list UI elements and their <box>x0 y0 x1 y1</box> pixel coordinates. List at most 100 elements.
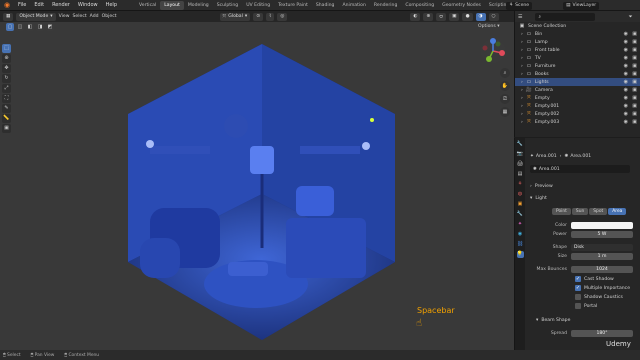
render-camera-icon[interactable]: ▣ <box>632 39 637 45</box>
render-camera-icon[interactable]: ▣ <box>632 103 637 109</box>
datablock-field[interactable]: ✺ Area.001 <box>530 165 630 173</box>
chevron-right-icon[interactable]: › <box>521 64 523 69</box>
spread-field[interactable]: 180° <box>571 329 633 337</box>
chevron-right-icon[interactable]: › <box>521 104 523 109</box>
select-intersect-icon[interactable]: ◩ <box>46 23 54 31</box>
chevron-right-icon[interactable]: › <box>521 40 523 45</box>
overlays-button[interactable]: ⬭ <box>436 12 447 21</box>
select-tool-icon[interactable]: ⬚ <box>2 44 11 53</box>
tab-animation[interactable]: Animation <box>338 1 369 10</box>
render-camera-icon[interactable]: ▣ <box>632 87 637 93</box>
object-data-tab-icon[interactable]: 💡 <box>516 251 524 258</box>
outliner-item[interactable]: › ▭ Furniture ◉ ▣ <box>515 62 640 70</box>
tab-texture-paint[interactable]: Texture Paint <box>274 1 312 10</box>
outliner-item[interactable]: › 🎥 Camera ◉ ▣ <box>515 86 640 94</box>
chevron-right-icon[interactable]: › <box>521 80 523 85</box>
particles-tab-icon[interactable]: ✦ <box>517 221 524 228</box>
object-tab-icon[interactable]: ▣ <box>517 201 524 208</box>
outliner-item[interactable]: › ▭ Bin ◉ ▣ <box>515 30 640 38</box>
select-menu[interactable]: Select <box>73 14 87 19</box>
chevron-right-icon[interactable]: › <box>521 32 523 37</box>
select-box-mode-icon[interactable]: ▢ <box>6 23 14 31</box>
eye-icon[interactable]: ◉ <box>624 55 628 61</box>
tab-rendering[interactable]: Rendering <box>370 1 401 10</box>
view-layer-field[interactable]: ▤ ViewLayer <box>563 1 600 10</box>
object-menu[interactable]: Object <box>102 14 117 19</box>
world-tab-icon[interactable]: ◍ <box>517 191 524 198</box>
outliner-item[interactable]: › ▭ TV ◉ ▣ <box>515 54 640 62</box>
3d-viewport[interactable]: ▦ Object Mode ▾ View Select Add Object ⤧ G… <box>0 11 514 350</box>
menu-help[interactable]: Help <box>102 2 121 8</box>
portal-row[interactable]: Portal <box>526 302 640 310</box>
shading-rendered-button[interactable]: ○ <box>488 12 499 21</box>
chevron-right-icon[interactable]: › <box>521 56 523 61</box>
cast-shadow-row[interactable]: ✓ Cast Shadow <box>526 275 640 283</box>
chevron-right-icon[interactable]: › <box>521 88 523 93</box>
select-subtract-icon[interactable]: ◧ <box>26 23 34 31</box>
outliner-item[interactable]: › ▭ Lights ◉ ▣ <box>515 78 640 86</box>
rotate-tool-icon[interactable]: ↻ <box>2 74 11 83</box>
scale-tool-icon[interactable]: ⤢ <box>2 84 11 93</box>
move-tool-icon[interactable]: ✥ <box>2 64 11 73</box>
chevron-right-icon[interactable]: › <box>521 112 523 117</box>
tab-shading[interactable]: Shading <box>312 1 339 10</box>
cursor-tool-icon[interactable]: ⊕ <box>2 54 11 63</box>
beam-shape-header[interactable]: ▾ Beam Shape <box>526 316 640 324</box>
outliner-item[interactable]: › ⤧ Empty ◉ ▣ <box>515 94 640 102</box>
pan-hand-icon[interactable]: ✋ <box>500 81 510 91</box>
outliner-search[interactable]: ⌕ <box>535 12 596 21</box>
eye-icon[interactable]: ◉ <box>624 87 628 93</box>
power-field[interactable]: 5 W <box>571 230 633 238</box>
view-menu[interactable]: View <box>59 14 70 19</box>
light-type-sun[interactable]: Sun <box>571 208 589 215</box>
shape-dropdown[interactable]: Disk <box>571 243 633 251</box>
eye-icon[interactable]: ◉ <box>624 31 628 37</box>
menu-window[interactable]: Window <box>74 2 102 8</box>
outliner-item[interactable]: › ▭ Front table ◉ ▣ <box>515 46 640 54</box>
eye-icon[interactable]: ◉ <box>624 47 628 53</box>
add-menu[interactable]: Add <box>90 14 99 19</box>
render-camera-icon[interactable]: ▣ <box>632 95 637 101</box>
preview-panel-header[interactable]: › Preview <box>526 182 640 190</box>
tab-layout[interactable]: Layout <box>160 0 184 10</box>
render-tab-icon[interactable]: 📷 <box>517 151 524 158</box>
render-camera-icon[interactable]: ▣ <box>632 71 637 77</box>
outliner-item[interactable]: › ▭ Lamp ◉ ▣ <box>515 38 640 46</box>
checkbox-checked-icon[interactable]: ✓ <box>575 276 581 282</box>
chevron-right-icon[interactable]: › <box>521 96 523 101</box>
menu-file[interactable]: File <box>14 2 30 8</box>
scene-tab-icon[interactable]: ⚘ <box>517 181 524 188</box>
checkbox-checked-icon[interactable]: ✓ <box>575 285 581 291</box>
outliner-editor-icon[interactable]: ☰ <box>518 14 522 20</box>
tab-sculpting[interactable]: Sculpting <box>213 1 242 10</box>
shadow-caustics-row[interactable]: Shadow Caustics <box>526 293 640 301</box>
outliner-item[interactable]: › ⤧ Empty.003 ◉ ▣ <box>515 118 640 126</box>
select-extend-icon[interactable]: ◫ <box>16 23 24 31</box>
modifier-tab-icon[interactable]: 🔧 <box>517 211 524 218</box>
light-panel-header[interactable]: ▾ Light <box>526 194 640 202</box>
size-field[interactable]: 1 m <box>571 252 633 260</box>
render-camera-icon[interactable]: ▣ <box>632 119 637 125</box>
shading-material-button[interactable]: ◑ <box>475 12 486 21</box>
color-swatch[interactable] <box>571 221 633 229</box>
transform-orientation[interactable]: ⤧ Global ▾ <box>219 12 251 21</box>
transform-tool-icon[interactable]: ⛶ <box>2 94 11 103</box>
blender-logo-icon[interactable]: ◉ <box>3 1 11 9</box>
shading-solid-button[interactable]: ● <box>462 12 473 21</box>
annotate-tool-icon[interactable]: ✎ <box>2 104 11 113</box>
light-type-spot[interactable]: Spot <box>589 208 608 215</box>
render-camera-icon[interactable]: ▣ <box>632 55 637 61</box>
render-camera-icon[interactable]: ▣ <box>632 111 637 117</box>
outliner-item[interactable]: › ▭ Books ◉ ▣ <box>515 70 640 78</box>
measure-tool-icon[interactable]: 📏 <box>2 114 11 123</box>
light-type-point[interactable]: Point <box>552 208 571 215</box>
tab-geometry-nodes[interactable]: Geometry Nodes <box>438 1 485 10</box>
eye-icon[interactable]: ◉ <box>624 79 628 85</box>
xray-button[interactable]: ▣ <box>449 12 460 21</box>
snap-button[interactable]: ⌇ <box>266 12 275 21</box>
render-camera-icon[interactable]: ▣ <box>632 31 637 37</box>
navigation-gizmo[interactable] <box>480 38 506 64</box>
menu-edit[interactable]: Edit <box>30 2 48 8</box>
physics-tab-icon[interactable]: ◉ <box>517 231 524 238</box>
menu-render[interactable]: Render <box>48 2 74 8</box>
